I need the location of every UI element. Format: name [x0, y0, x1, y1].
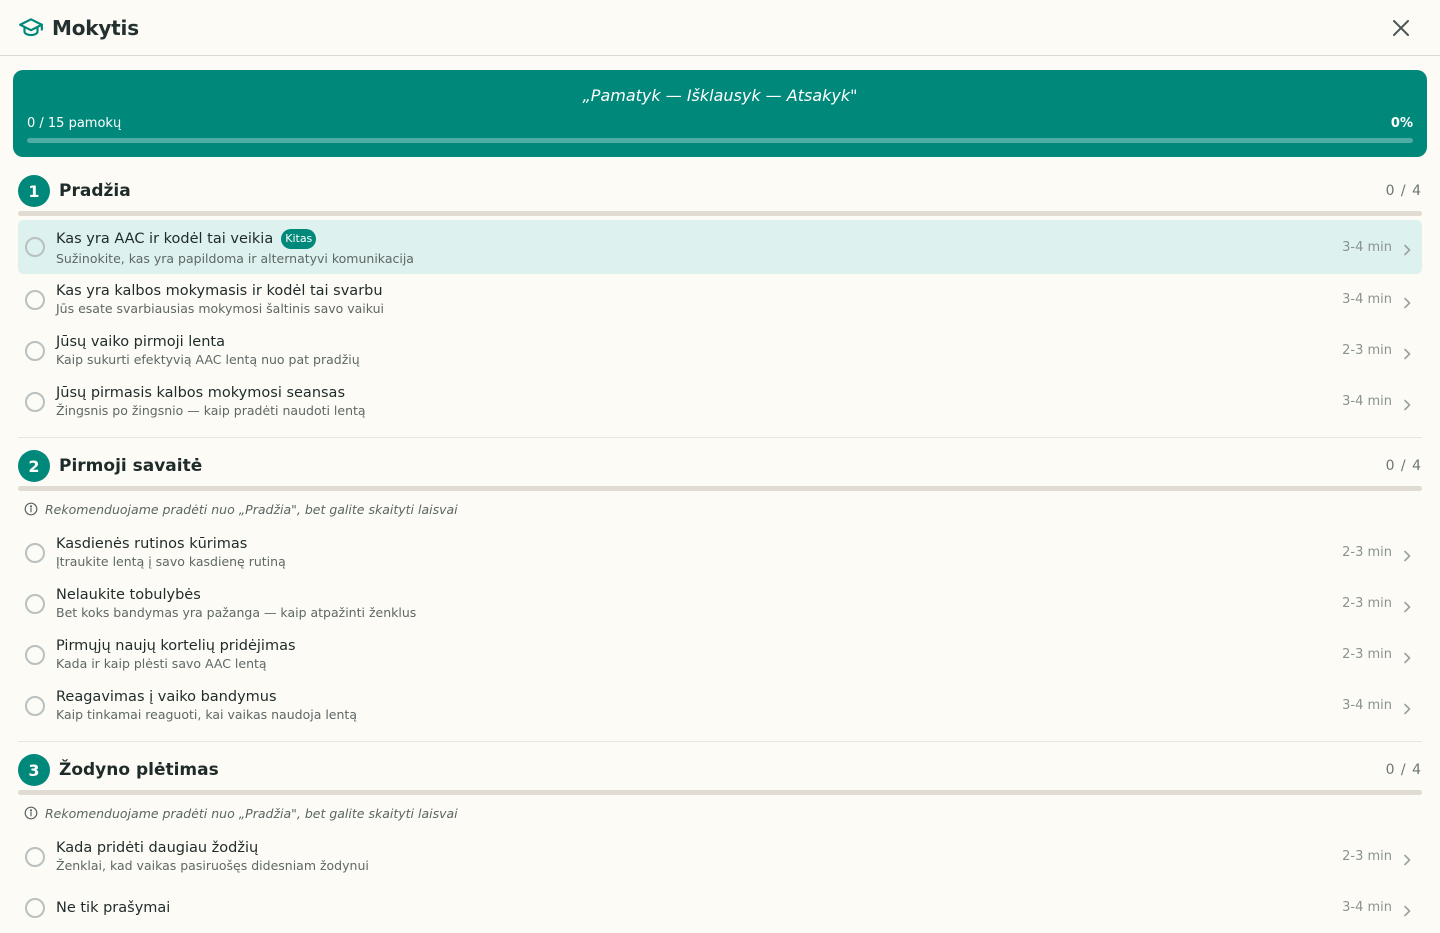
lesson-title: Kas yra kalbos mokymasis ir kodėl tai sv… — [56, 283, 383, 299]
lesson-sections: 1 Pradžia 0 / 4 Kas yra AAC ir kodėl tai ve… — [18, 172, 1422, 933]
lesson-item[interactable]: Kas yra AAC ir kodėl tai veikia Kitas Suži… — [18, 220, 1422, 274]
section-progress-bar — [18, 211, 1422, 216]
lesson-title: Kada pridėti daugiau žodžių — [56, 840, 259, 856]
lesson-duration: 3-4 min — [1342, 239, 1392, 255]
progress-banner: „Pamatyk — Išklausyk — Atsakyk" 0 / 15 p… — [13, 70, 1427, 157]
lesson-status-circle-icon — [25, 237, 45, 257]
lesson-status-circle-icon — [25, 391, 45, 412]
section-title: Pradžia — [59, 181, 131, 201]
chevron-right-icon — [1402, 700, 1412, 714]
lesson-item[interactable]: Pirmųjų naujų kortelių pridėjimas Kada ir… — [18, 629, 1422, 680]
section-number: 1 — [18, 175, 50, 207]
lesson-duration: 2-3 min — [1342, 545, 1392, 560]
info-icon — [24, 502, 38, 516]
lesson-duration: 2-3 min — [1342, 596, 1392, 611]
lesson-status-circle-icon — [25, 542, 45, 563]
graduation-cap-icon — [18, 15, 44, 41]
recommendation-hint: Rekomenduojame pradėti nuo „Pradžia", be… — [18, 491, 1422, 527]
overall-progress-bar — [27, 138, 1413, 143]
recommendation-hint: Rekomenduojame pradėti nuo „Pradžia", be… — [18, 795, 1422, 831]
chevron-right-icon — [1402, 345, 1412, 359]
lesson-duration: 2-3 min — [1342, 647, 1392, 662]
lesson-duration: 2-3 min — [1342, 343, 1392, 358]
lesson-duration: 3-4 min — [1342, 394, 1392, 409]
lesson-duration: 3-4 min — [1342, 292, 1392, 307]
lesson-title: Ne tik prašymai — [56, 899, 171, 916]
section-title: Pirmoji savaitė — [59, 456, 203, 476]
lesson-title: Jūsų pirmasis kalbos mokymosi seansas — [56, 385, 346, 401]
lesson-item[interactable]: Kasdienės rutinos kūrimas Įtraukite lentą… — [18, 527, 1422, 578]
lesson-title: Pirmųjų naujų kortelių pridėjimas — [56, 638, 296, 654]
lesson-status-circle-icon — [25, 695, 45, 716]
lesson-subtitle: Jūs esate svarbiausias mokymosi šaltinis… — [56, 301, 385, 316]
lesson-duration: 3-4 min — [1342, 900, 1392, 915]
lesson-item[interactable]: Jūsų vaiko pirmoji lenta Kaip sukurti efe… — [18, 325, 1422, 376]
lesson-subtitle: Žingsnis po žingsnio — kaip pradėti naud… — [56, 403, 366, 418]
section: 3 Žodyno plėtimas 0 / 4 Rekomenduojame prad… — [18, 751, 1422, 933]
lesson-status-circle-icon — [25, 593, 45, 614]
section: 1 Pradžia 0 / 4 Kas yra AAC ir kodėl tai ve… — [18, 172, 1422, 438]
hint-text: Rekomenduojame pradėti nuo „Pradžia", be… — [45, 501, 458, 517]
hint-text: Rekomenduojame pradėti nuo „Pradžia", be… — [45, 805, 458, 821]
lesson-subtitle: Kaip sukurti efektyvią AAC lentą nuo pat… — [56, 352, 360, 367]
lesson-subtitle: Kada ir kaip plėsti savo AAC lentą — [56, 656, 267, 671]
section-number: 3 — [18, 754, 50, 786]
lesson-title: Nelaukite tobulybės — [56, 587, 201, 603]
chevron-right-icon — [1402, 396, 1412, 410]
close-icon[interactable] — [1390, 17, 1412, 39]
lesson-item[interactable]: Kas yra kalbos mokymasis ir kodėl tai sv… — [18, 274, 1422, 325]
section-header[interactable]: 1 Pradžia 0 / 4 — [18, 172, 1422, 210]
lesson-item[interactable]: Kada pridėti daugiau žodžių Ženklai, kad … — [18, 831, 1422, 882]
lesson-subtitle: Ženklai, kad vaikas pasiruošęs didesniam… — [56, 858, 369, 873]
chevron-right-icon — [1402, 547, 1412, 561]
lesson-subtitle: Kaip tinkamai reaguoti, kai vaikas naudo… — [56, 707, 357, 722]
lesson-subtitle: Bet koks bandymas yra pažanga — kaip atp… — [56, 605, 417, 620]
chevron-right-icon — [1402, 902, 1412, 916]
app-header: Mokytis — [0, 0, 1440, 56]
section-count: 0 / 4 — [1385, 458, 1422, 474]
chevron-right-icon — [1402, 851, 1412, 865]
progress-percent: 0% — [1390, 116, 1413, 131]
info-icon — [24, 806, 38, 820]
section-divider — [18, 437, 1422, 438]
lesson-title: Kasdienės rutinos kūrimas — [56, 536, 248, 552]
lesson-title: Jūsų vaiko pirmoji lenta — [56, 334, 225, 350]
lesson-status-circle-icon — [25, 897, 45, 918]
chevron-right-icon — [1402, 241, 1412, 256]
banner-quote: „Pamatyk — Išklausyk — Atsakyk" — [582, 86, 858, 105]
section-number: 2 — [18, 450, 50, 482]
section-header[interactable]: 3 Žodyno plėtimas 0 / 4 — [18, 751, 1422, 789]
lesson-item[interactable]: Reagavimas į vaiko bandymus Kaip tinkamai… — [18, 680, 1422, 731]
chevron-right-icon — [1402, 294, 1412, 308]
section-header[interactable]: 2 Pirmoji savaitė 0 / 4 — [18, 447, 1422, 485]
lesson-item[interactable]: Ne tik prašymai 3-4 min — [18, 882, 1422, 933]
section: 2 Pirmoji savaitė 0 / 4 Rekomenduojame prad… — [18, 447, 1422, 742]
lesson-status-circle-icon — [25, 289, 45, 310]
lesson-subtitle: Įtraukite lentą į savo kasdienę rutiną — [56, 554, 286, 569]
section-divider — [18, 741, 1422, 742]
lesson-subtitle: Sužinokite, kas yra papildoma ir alterna… — [56, 250, 414, 266]
lesson-item[interactable]: Jūsų pirmasis kalbos mokymosi seansas Žin… — [18, 376, 1422, 427]
lesson-item[interactable]: Nelaukite tobulybės Bet koks bandymas yra… — [18, 578, 1422, 629]
lesson-duration: 3-4 min — [1342, 698, 1392, 713]
section-title: Žodyno plėtimas — [59, 760, 219, 780]
lessons-progress-text: 0 / 15 pamokų — [27, 116, 122, 131]
lesson-status-circle-icon — [25, 644, 45, 665]
chevron-right-icon — [1402, 649, 1412, 663]
chevron-right-icon — [1402, 598, 1412, 612]
app-title: Mokytis — [52, 15, 139, 40]
lesson-title: Reagavimas į vaiko bandymus — [56, 689, 277, 705]
lesson-status-circle-icon — [25, 340, 45, 361]
lesson-duration: 2-3 min — [1342, 849, 1392, 864]
lesson-title: Kas yra AAC ir kodėl tai veikia — [56, 230, 274, 247]
section-count: 0 / 4 — [1385, 183, 1422, 199]
next-badge: Kitas — [281, 228, 317, 249]
section-count: 0 / 4 — [1385, 762, 1422, 778]
lesson-status-circle-icon — [25, 846, 45, 867]
